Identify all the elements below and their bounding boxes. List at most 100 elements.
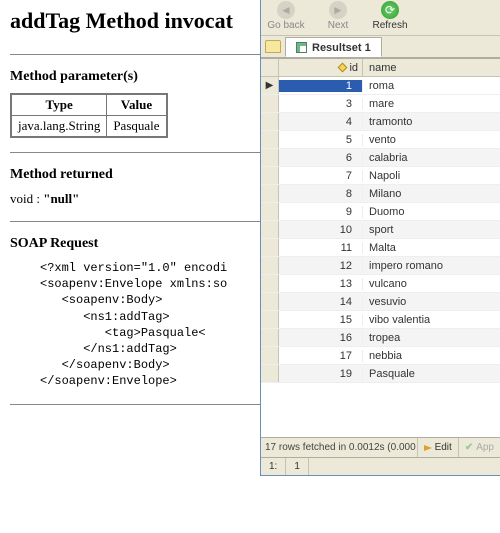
cell-name[interactable]: mare bbox=[363, 98, 500, 110]
cell-name[interactable]: roma bbox=[363, 80, 500, 92]
cell-name[interactable]: vento bbox=[363, 134, 500, 146]
arrow-left-icon: ◄ bbox=[277, 1, 295, 19]
row-gutter bbox=[261, 257, 279, 274]
go-back-button[interactable]: ◄ Go back bbox=[267, 0, 305, 31]
table-row[interactable]: 9Duomo bbox=[261, 203, 500, 221]
soap-request-block: <?xml version="1.0" encodi <soapenv:Enve… bbox=[40, 260, 260, 390]
returned-heading: Method returned bbox=[10, 167, 260, 183]
divider bbox=[10, 221, 260, 222]
divider bbox=[10, 152, 260, 153]
table-row[interactable]: 17nebbia bbox=[261, 347, 500, 365]
cell-id[interactable]: 14 bbox=[279, 296, 363, 308]
row-gutter bbox=[261, 131, 279, 148]
divider bbox=[10, 404, 260, 405]
cell-name[interactable]: nebbia bbox=[363, 350, 500, 362]
table-row[interactable]: 13vulcano bbox=[261, 275, 500, 293]
cell-id[interactable]: 13 bbox=[279, 278, 363, 290]
table-row[interactable]: 6calabria bbox=[261, 149, 500, 167]
table-row[interactable]: 11Malta bbox=[261, 239, 500, 257]
table-row[interactable]: 16tropea bbox=[261, 329, 500, 347]
soap-heading: SOAP Request bbox=[10, 236, 260, 252]
param-th-type: Type bbox=[11, 94, 107, 116]
footer-pos-a: 1: bbox=[261, 458, 286, 475]
cell-name[interactable]: tropea bbox=[363, 332, 500, 344]
row-gutter bbox=[261, 239, 279, 256]
cell-id[interactable]: 7 bbox=[279, 170, 363, 182]
toolbar: ◄ Go back ► Next ⟳ Refresh bbox=[261, 0, 500, 36]
table-row[interactable]: ▶1roma bbox=[261, 77, 500, 95]
table-row[interactable]: 3mare bbox=[261, 95, 500, 113]
params-heading: Method parameter(s) bbox=[10, 69, 260, 85]
col-header-name[interactable]: name bbox=[363, 59, 500, 76]
row-gutter bbox=[261, 185, 279, 202]
table-row[interactable]: 8Milano bbox=[261, 185, 500, 203]
table-row[interactable]: 15vibo valentia bbox=[261, 311, 500, 329]
table-row[interactable]: 12impero romano bbox=[261, 257, 500, 275]
result-grid[interactable]: id name ▶1roma3mare4tramonto5vento6calab… bbox=[261, 58, 500, 437]
next-button[interactable]: ► Next bbox=[319, 0, 357, 31]
table-row[interactable]: 14vesuvio bbox=[261, 293, 500, 311]
cell-name[interactable]: calabria bbox=[363, 152, 500, 164]
grid-header: id name bbox=[261, 59, 500, 77]
refresh-button[interactable]: ⟳ Refresh bbox=[371, 0, 409, 31]
db-panel: ◄ Go back ► Next ⟳ Refresh Resultset 1 i… bbox=[260, 0, 500, 476]
cell-id[interactable]: 19 bbox=[279, 368, 363, 380]
cell-id[interactable]: 17 bbox=[279, 350, 363, 362]
apply-button[interactable]: ✔ App bbox=[458, 438, 500, 457]
row-gutter bbox=[261, 113, 279, 130]
table-row[interactable]: 7Napoli bbox=[261, 167, 500, 185]
cell-name[interactable]: vesuvio bbox=[363, 296, 500, 308]
cell-id[interactable]: 8 bbox=[279, 188, 363, 200]
cell-name[interactable]: impero romano bbox=[363, 260, 500, 272]
param-table: Type Value java.lang.String Pasquale bbox=[10, 93, 168, 138]
cell-id[interactable]: 16 bbox=[279, 332, 363, 344]
row-gutter bbox=[261, 167, 279, 184]
cell-id[interactable]: 1 bbox=[279, 80, 363, 92]
cell-name[interactable]: sport bbox=[363, 224, 500, 236]
cell-id[interactable]: 6 bbox=[279, 152, 363, 164]
row-gutter bbox=[261, 365, 279, 382]
status-bar: 17 rows fetched in 0.0012s (0.000 Edit ✔… bbox=[261, 437, 500, 457]
page-title: addTag Method invocat bbox=[10, 8, 260, 34]
param-td-type: java.lang.String bbox=[11, 116, 107, 138]
pencil-icon bbox=[424, 445, 432, 451]
cell-id[interactable]: 5 bbox=[279, 134, 363, 146]
row-gutter bbox=[261, 149, 279, 166]
tab-strip: Resultset 1 bbox=[261, 36, 500, 58]
edit-button[interactable]: Edit bbox=[417, 438, 458, 457]
row-gutter bbox=[261, 95, 279, 112]
cell-name[interactable]: tramonto bbox=[363, 116, 500, 128]
cell-name[interactable]: Pasquale bbox=[363, 368, 500, 380]
cell-name[interactable]: Duomo bbox=[363, 206, 500, 218]
row-gutter bbox=[261, 275, 279, 292]
divider bbox=[10, 54, 260, 55]
cell-name[interactable]: Malta bbox=[363, 242, 500, 254]
cell-name[interactable]: vulcano bbox=[363, 278, 500, 290]
folder-icon[interactable] bbox=[265, 40, 281, 53]
cell-id[interactable]: 9 bbox=[279, 206, 363, 218]
cell-id[interactable]: 15 bbox=[279, 314, 363, 326]
grid-footer: 1: 1 bbox=[261, 457, 500, 475]
table-row[interactable]: 10sport bbox=[261, 221, 500, 239]
row-gutter bbox=[261, 203, 279, 220]
cell-id[interactable]: 10 bbox=[279, 224, 363, 236]
cell-name[interactable]: Napoli bbox=[363, 170, 500, 182]
row-gutter bbox=[261, 329, 279, 346]
cell-name[interactable]: Milano bbox=[363, 188, 500, 200]
table-row[interactable]: 19Pasquale bbox=[261, 365, 500, 383]
tab-resultset[interactable]: Resultset 1 bbox=[285, 37, 382, 57]
table-row[interactable]: 4tramonto bbox=[261, 113, 500, 131]
cell-name[interactable]: vibo valentia bbox=[363, 314, 500, 326]
cell-id[interactable]: 11 bbox=[279, 242, 363, 254]
cell-id[interactable]: 12 bbox=[279, 260, 363, 272]
col-header-id[interactable]: id bbox=[279, 59, 363, 76]
key-icon bbox=[338, 63, 348, 73]
row-gutter bbox=[261, 221, 279, 238]
arrow-right-icon: ► bbox=[329, 1, 347, 19]
cell-id[interactable]: 4 bbox=[279, 116, 363, 128]
table-row[interactable]: 5vento bbox=[261, 131, 500, 149]
check-icon: ✔ bbox=[465, 442, 473, 453]
cell-id[interactable]: 3 bbox=[279, 98, 363, 110]
returned-value: void : "null" bbox=[10, 191, 260, 207]
row-gutter bbox=[261, 293, 279, 310]
